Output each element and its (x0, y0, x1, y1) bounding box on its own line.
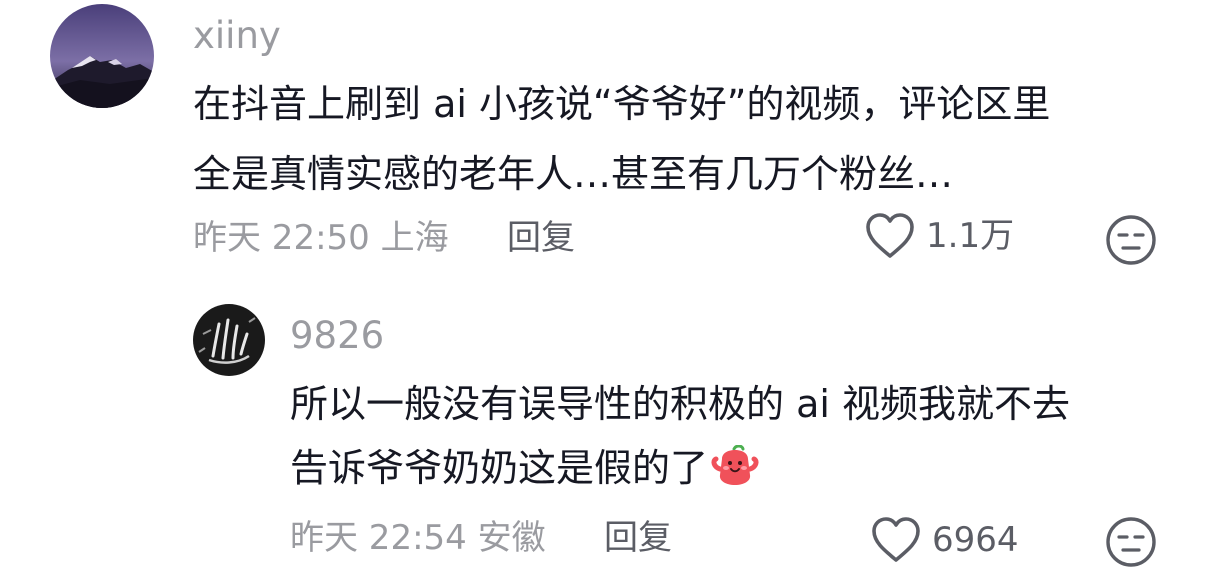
smiling-creature-emoji-icon (710, 444, 760, 504)
comment-text-line: 告诉爷爷奶奶这是假的了 (290, 446, 709, 490)
comment-timestamp: 昨天 22:50 上海 (193, 218, 449, 258)
mountain-avatar-icon (50, 4, 154, 108)
user-avatar[interactable] (50, 4, 154, 108)
comment-text-line: 所以一般没有误导性的积极的 ai 视频我就不去 (290, 382, 1071, 426)
like-count: 6964 (932, 520, 1019, 560)
heart-outline-icon (866, 213, 914, 258)
hand-sketch-avatar-icon (193, 304, 265, 376)
unamused-face-icon (1106, 517, 1156, 567)
dislike-button[interactable] (1105, 516, 1157, 570)
comment-username[interactable]: 9826 (290, 314, 384, 358)
comment-section: xiiny 在抖音上刷到 ai 小孩说“爷爷好”的视频，评论区里 全是真情实感的… (0, 0, 1206, 570)
comment-username[interactable]: xiiny (193, 14, 281, 58)
like-button[interactable]: 6964 (870, 516, 1019, 564)
like-count: 1.1万 (926, 216, 1015, 256)
heart-outline-icon (872, 517, 920, 562)
comment-text-line: 全是真情实感的老年人…甚至有几万个粉丝… (193, 152, 954, 196)
dislike-button[interactable] (1105, 214, 1157, 270)
comment-text-line: 在抖音上刷到 ai 小孩说“爷爷好”的视频，评论区里 (193, 82, 1051, 126)
comment-text-line-with-emoji: 告诉爷爷奶奶这是假的了 (290, 440, 760, 504)
comment-timestamp: 昨天 22:54 安徽 (290, 518, 546, 558)
reply-button[interactable]: 回复 (604, 516, 672, 560)
user-avatar[interactable] (193, 304, 265, 376)
like-button[interactable]: 1.1万 (864, 212, 1014, 260)
comment-item: xiiny 在抖音上刷到 ai 小孩说“爷爷好”的视频，评论区里 全是真情实感的… (0, 0, 1206, 280)
reply-button[interactable]: 回复 (507, 216, 575, 260)
reply-comment-item: 9826 所以一般没有误导性的积极的 ai 视频我就不去 告诉爷爷奶奶这是假的了… (0, 290, 1206, 570)
unamused-face-icon (1106, 215, 1156, 265)
